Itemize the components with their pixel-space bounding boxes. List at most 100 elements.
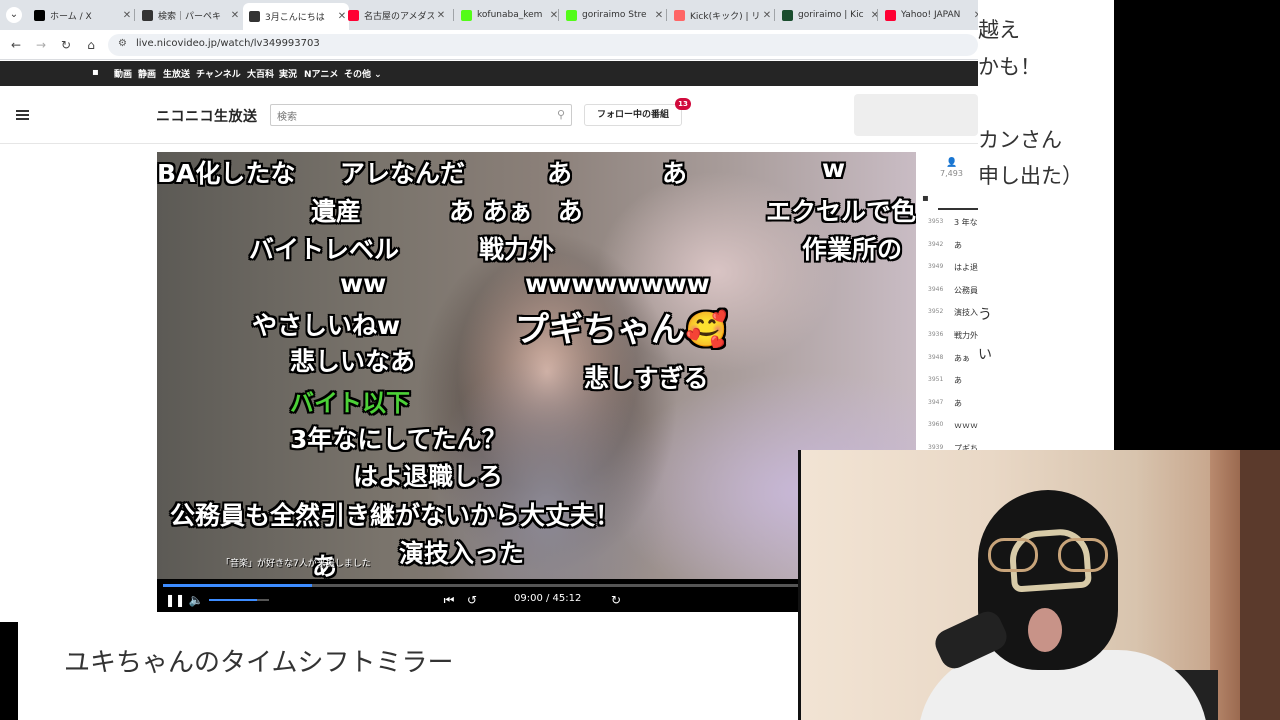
webcam-glasses [988,538,1118,578]
browser-tab[interactable]: 3月こんにちは ✕ [243,3,349,30]
background-black [0,622,18,720]
note-logo-icon [142,9,153,21]
nav-item[interactable]: 動画 [114,67,132,80]
nav-item[interactable]: 静画 [138,67,156,80]
comment-row[interactable]: 3949 はよ退 [918,257,978,279]
comment-text: はよ退 [954,263,978,273]
menu-icon[interactable] [16,110,29,120]
tab-title: goriraimo | Kic [798,10,864,20]
account-area[interactable] [854,94,978,136]
site-logo[interactable]: ニコニコ生放送 [156,106,258,126]
browser-tab[interactable]: goriraimo Stre ✕ [560,4,666,26]
screen: 越え かも！ カンさん 申し出た） う い ⌄ ホーム / X ✕ 検索｜パーペキ ✕… [0,0,1280,720]
comment-row[interactable]: 3936 戦力外 [918,325,978,347]
forward-icon[interactable]: → [33,37,49,53]
comment-number: 3951 [928,376,944,384]
pause-icon[interactable]: ❚❚ [165,592,185,608]
comment-number: 3949 [928,263,944,271]
volume-slider[interactable] [209,599,269,601]
comment-number: 3947 [928,398,944,406]
search-box[interactable]: ⚲ [270,104,572,128]
nav-item[interactable]: チャンネル [196,67,241,80]
danmaku-comment: 悲しいなあ [290,347,416,376]
tab-title: 名古屋のアメダス [364,11,434,22]
overlay-line: 越え [978,18,1020,42]
comment-row[interactable]: 3951 あ [918,370,978,392]
search-icon[interactable]: ⚲ [557,108,565,121]
reload-icon[interactable]: ↻ [58,37,74,53]
seek-bar-fill [163,584,313,587]
volume-icon[interactable]: 🔈 [188,592,204,608]
niconico-home-icon[interactable]: ▪ [92,67,99,78]
danmaku-comment: 悲しすぎる [584,364,709,393]
tab-search-icon[interactable]: ⌄ [6,7,22,23]
close-tab-icon[interactable]: ✕ [120,10,134,21]
comment-number: 3953 [928,218,944,225]
following-programs-button[interactable]: フォロー中の番組 [584,104,682,126]
comment-row[interactable]: 3946 公務員 [918,280,978,302]
close-tab-icon[interactable]: ✕ [760,10,774,21]
tab-title: goriraimo Stre [582,10,647,20]
danmaku-comment: ww [340,269,387,298]
comment-row[interactable]: 3952 演技入 [918,302,978,324]
tab-title: ホーム / X [50,11,92,22]
close-tab-icon[interactable]: ✕ [652,10,666,21]
close-tab-icon[interactable]: ✕ [228,10,242,21]
nav-item[interactable]: 生放送 [163,67,190,80]
viewer-icon: 👤 [946,158,958,168]
url-field[interactable]: ⚙ live.nicovideo.jp/watch/lv349993703 [108,34,978,56]
tab-title: Kick(キック) | リア [690,11,760,22]
forward-icon[interactable]: ↻ [608,592,624,608]
webcam-wall [1240,450,1280,720]
comment-row[interactable]: 3953 3 年な [918,212,978,234]
nav-item[interactable]: 実況 [279,67,297,80]
rewind-icon[interactable]: ↺ [464,592,480,608]
comment-row[interactable]: 3947 あ [918,393,978,415]
overlay-line: 申し出た） [978,164,1083,188]
tab-separator [877,9,878,21]
background-black [1114,0,1280,450]
tab-separator [453,9,454,21]
comment-tab-icon[interactable]: ▪ [922,193,929,204]
danmaku-comment: エクセルで色 [766,197,916,226]
playback-time: 09:00 / 45:12 [514,593,582,604]
follow-count-badge: 13 [675,98,691,110]
address-bar: ← → ↻ ⌂ ⚙ live.nicovideo.jp/watch/lv3499… [0,30,978,60]
url-text[interactable]: live.nicovideo.jp/watch/lv349993703 [136,38,320,49]
comment-row[interactable]: 3942 あ [918,235,978,257]
home-icon[interactable]: ⌂ [83,37,99,53]
nav-item-more[interactable]: その他 ⌄ [344,67,382,80]
skip-back-icon[interactable]: ⏮ [441,592,457,608]
niconico-global-nav: ▪ 動画 静画 生放送 チャンネル 大百科 実況 Nアニメ その他 ⌄ [0,61,978,86]
kick-logo-icon [461,9,472,21]
tab-title: 検索｜パーペキ [158,11,222,22]
browser-tab[interactable]: 検索｜パーペキ ✕ [136,4,242,26]
kick-logo-icon [566,9,577,21]
overlay-line: カンさん [978,128,1062,152]
danmaku-comment: プギちゃん🥰 [515,310,728,350]
browser-tab[interactable]: 名古屋のアメダス ✕ [342,4,448,26]
browser-tab[interactable]: kofunaba_kem ✕ [455,4,561,26]
back-icon[interactable]: ← [8,37,24,53]
tab-separator [134,9,135,21]
browser-tab[interactable]: goriraimo | Kic ✕ [776,4,882,26]
yahoo-logo-icon [885,9,896,21]
overlay-line: い [978,347,992,363]
chevron-down-icon: ⌄ [374,70,382,80]
search-input[interactable] [271,107,541,128]
comment-row[interactable]: 3960 ｗｗｗ [918,415,978,437]
danmaku-comment: はよ退職しろ [353,462,504,491]
browser-tab[interactable]: Kick(キック) | リア✕ [668,4,774,26]
comment-row[interactable]: 3948 あぁ あ [918,348,978,370]
browser-tab[interactable]: Yahoo! JAPAN ✕ [879,4,978,26]
danmaku-comment: あ [662,159,688,188]
close-tab-icon[interactable]: ✕ [971,10,978,21]
comment-text: あぁ あ [954,353,978,363]
close-tab-icon[interactable]: ✕ [434,10,448,21]
danmaku-comment: あ あぁ あ [449,197,583,226]
site-info-icon[interactable]: ⚙ [118,38,127,49]
danmaku-comment: アレなんだ [340,159,466,188]
nav-item[interactable]: 大百科 [247,67,274,80]
browser-tab[interactable]: ホーム / X ✕ [28,4,134,26]
nav-item[interactable]: Nアニメ [304,67,338,80]
